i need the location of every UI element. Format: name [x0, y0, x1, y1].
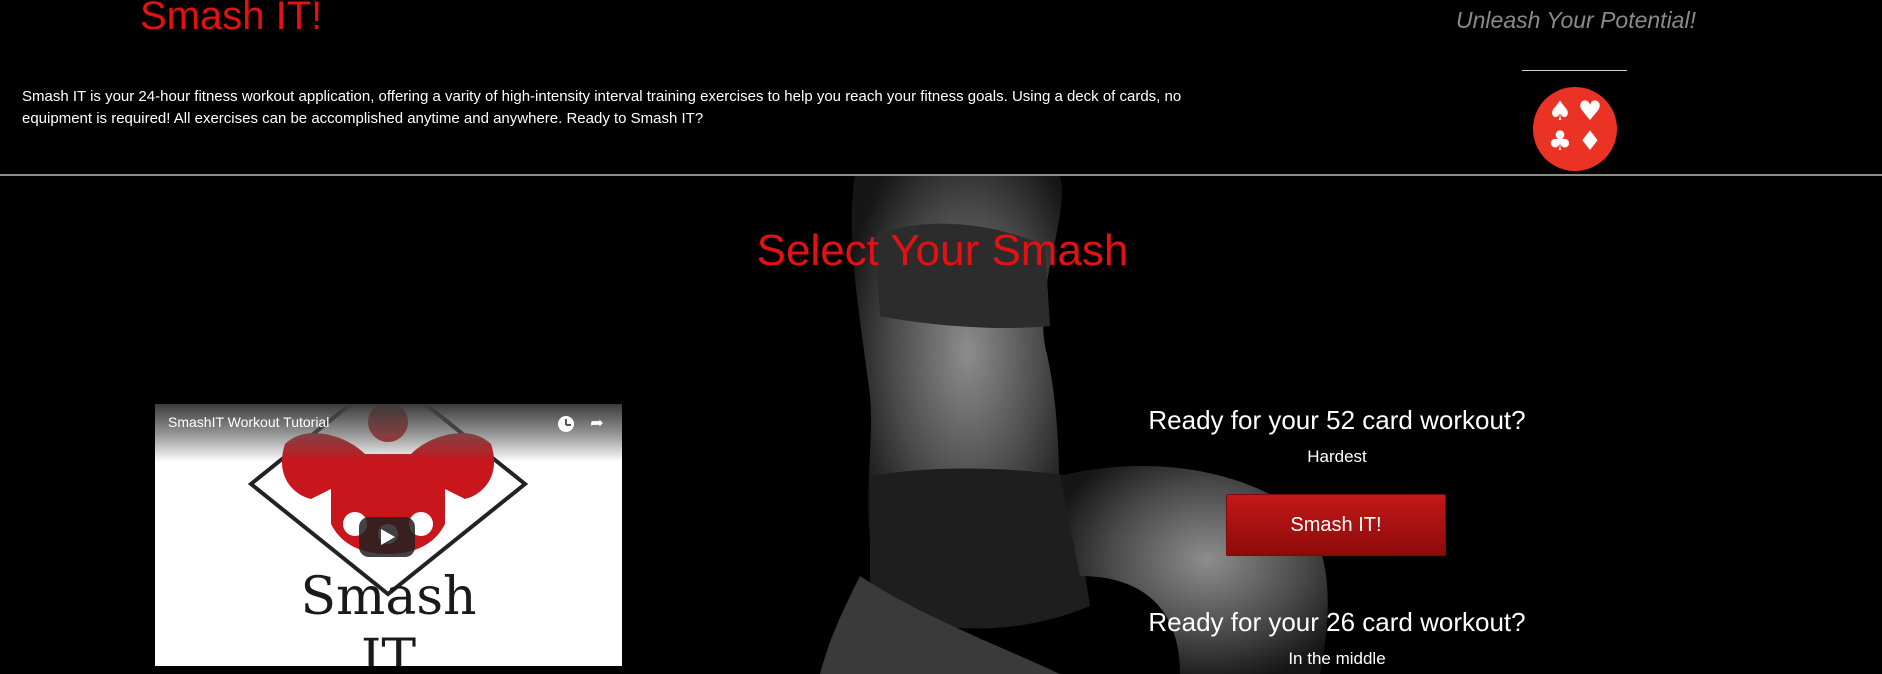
spade-icon: ♠ — [1547, 96, 1573, 127]
diamond-icon: ♦ — [1577, 126, 1603, 157]
share-icon[interactable]: ➦ — [588, 415, 606, 433]
option-26-difficulty: In the middle — [1288, 649, 1386, 668]
club-icon: ♣ — [1547, 126, 1573, 157]
smash-it-52-button[interactable]: Smash IT! — [1226, 494, 1446, 556]
intro-text: Smash IT is your 24-hour fitness workout… — [22, 88, 1182, 127]
heart-icon: ♥ — [1577, 96, 1603, 127]
option-52-heading: Ready for your 52 card workout? — [1148, 405, 1526, 435]
tagline: Unleash Your Potential! — [1456, 7, 1696, 33]
section-title: Select Your Smash — [756, 226, 1129, 275]
option-26-heading: Ready for your 26 card workout? — [1148, 607, 1526, 637]
card-suits-logo: ♠ ♥ ♣ ♦ — [1533, 87, 1617, 171]
logo-divider — [1522, 70, 1627, 71]
video-title[interactable]: SmashIT Workout Tutorial — [168, 414, 329, 430]
play-icon[interactable] — [359, 517, 415, 557]
site-title: Smash IT! — [140, 0, 323, 38]
video-thumbnail-text: Smash IT — [300, 567, 477, 666]
video-player[interactable]: Smash IT SmashIT Workout Tutorial ➦ — [155, 404, 622, 666]
watch-later-icon[interactable] — [558, 416, 574, 432]
video-title-bar — [155, 404, 622, 462]
option-52-difficulty: Hardest — [1307, 447, 1367, 466]
